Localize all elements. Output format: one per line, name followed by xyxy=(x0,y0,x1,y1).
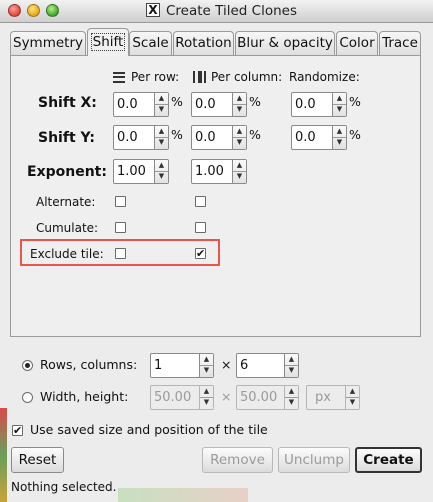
percent-unit: % xyxy=(171,94,183,109)
shift-y-per-column-input[interactable]: 0.0 ▲ ▼ xyxy=(191,125,247,150)
spin-down-icon[interactable]: ▼ xyxy=(333,137,346,148)
times-sign: × xyxy=(221,357,232,372)
cumulate-per-column-checkbox[interactable] xyxy=(195,222,206,233)
remove-button[interactable]: Remove xyxy=(202,447,273,473)
width-height-radio[interactable] xyxy=(22,392,33,403)
spin-down-icon[interactable]: ▼ xyxy=(155,171,168,182)
shift-panel-content: Per row: Per column: Randomize: Shift X:… xyxy=(0,0,433,340)
width-height-label: Width, height: xyxy=(40,389,129,404)
exponent-label: Exponent: xyxy=(27,164,107,180)
shift-y-per-row-input[interactable]: 0.0 ▲ ▼ xyxy=(113,125,169,150)
exclude-tile-highlight xyxy=(20,239,220,266)
percent-unit: % xyxy=(349,94,361,109)
spin-down-icon[interactable]: ▼ xyxy=(200,397,213,408)
per-row-icon xyxy=(113,72,125,83)
randomize-header: Randomize: xyxy=(289,70,360,84)
chevron-down-icon: ▼ xyxy=(349,398,356,406)
create-button[interactable]: Create xyxy=(355,447,422,473)
spin-down-icon[interactable]: ▼ xyxy=(233,104,246,115)
shift-y-label: Shift Y: xyxy=(38,130,96,146)
unit-select[interactable]: px ▲ ▼ xyxy=(306,385,360,410)
spin-down-icon[interactable]: ▼ xyxy=(155,137,168,148)
per-column-header: Per column: xyxy=(211,70,283,84)
shift-x-label: Shift X: xyxy=(38,95,97,111)
reset-button[interactable]: Reset xyxy=(11,447,64,473)
spin-down-icon[interactable]: ▼ xyxy=(333,104,346,115)
shift-x-per-column-input[interactable]: 0.0 ▲ ▼ xyxy=(191,92,247,117)
spin-down-icon[interactable]: ▼ xyxy=(155,104,168,115)
width-input[interactable]: 50.00 ▲ ▼ xyxy=(150,385,214,410)
per-row-header: Per row: xyxy=(131,70,180,84)
spin-down-icon[interactable]: ▼ xyxy=(233,137,246,148)
unclump-button[interactable]: Unclump xyxy=(278,447,350,473)
spin-down-icon[interactable]: ▼ xyxy=(285,365,298,376)
rows-columns-label: Rows, columns: xyxy=(40,357,138,372)
rows-columns-radio[interactable] xyxy=(22,360,33,371)
percent-unit: % xyxy=(349,127,361,142)
spin-down-icon[interactable]: ▼ xyxy=(285,397,298,408)
percent-unit: % xyxy=(171,127,183,142)
cumulate-label: Cumulate: xyxy=(36,221,99,235)
use-saved-checkbox[interactable]: ✔ xyxy=(12,425,23,436)
percent-unit: % xyxy=(249,127,261,142)
spin-down-icon[interactable]: ▼ xyxy=(233,171,246,182)
columns-input[interactable]: 6 ▲ ▼ xyxy=(236,353,299,378)
exponent-per-row-input[interactable]: 1.00 ▲ ▼ xyxy=(113,159,169,184)
alternate-per-row-checkbox[interactable] xyxy=(115,196,126,207)
background-canvas-edge xyxy=(0,408,7,502)
use-saved-label: Use saved size and position of the tile xyxy=(30,422,268,437)
height-input[interactable]: 50.00 ▲ ▼ xyxy=(236,385,299,410)
alternate-label: Alternate: xyxy=(36,195,96,209)
shift-x-per-row-input[interactable]: 0.0 ▲ ▼ xyxy=(113,92,169,117)
percent-unit: % xyxy=(249,94,261,109)
checkmark-icon: ✔ xyxy=(13,424,23,437)
spin-down-icon[interactable]: ▼ xyxy=(200,365,213,376)
rows-input[interactable]: 1 ▲ ▼ xyxy=(150,353,214,378)
alternate-per-column-checkbox[interactable] xyxy=(195,196,206,207)
times-sign: × xyxy=(221,389,232,404)
exponent-per-column-input[interactable]: 1.00 ▲ ▼ xyxy=(191,159,247,184)
background-canvas-strip xyxy=(118,488,248,502)
per-column-icon xyxy=(193,71,206,83)
status-text: Nothing selected. xyxy=(11,480,117,494)
cumulate-per-row-checkbox[interactable] xyxy=(115,222,126,233)
shift-y-randomize-input[interactable]: 0.0 ▲ ▼ xyxy=(291,125,347,150)
shift-x-randomize-input[interactable]: 0.0 ▲ ▼ xyxy=(291,92,347,117)
